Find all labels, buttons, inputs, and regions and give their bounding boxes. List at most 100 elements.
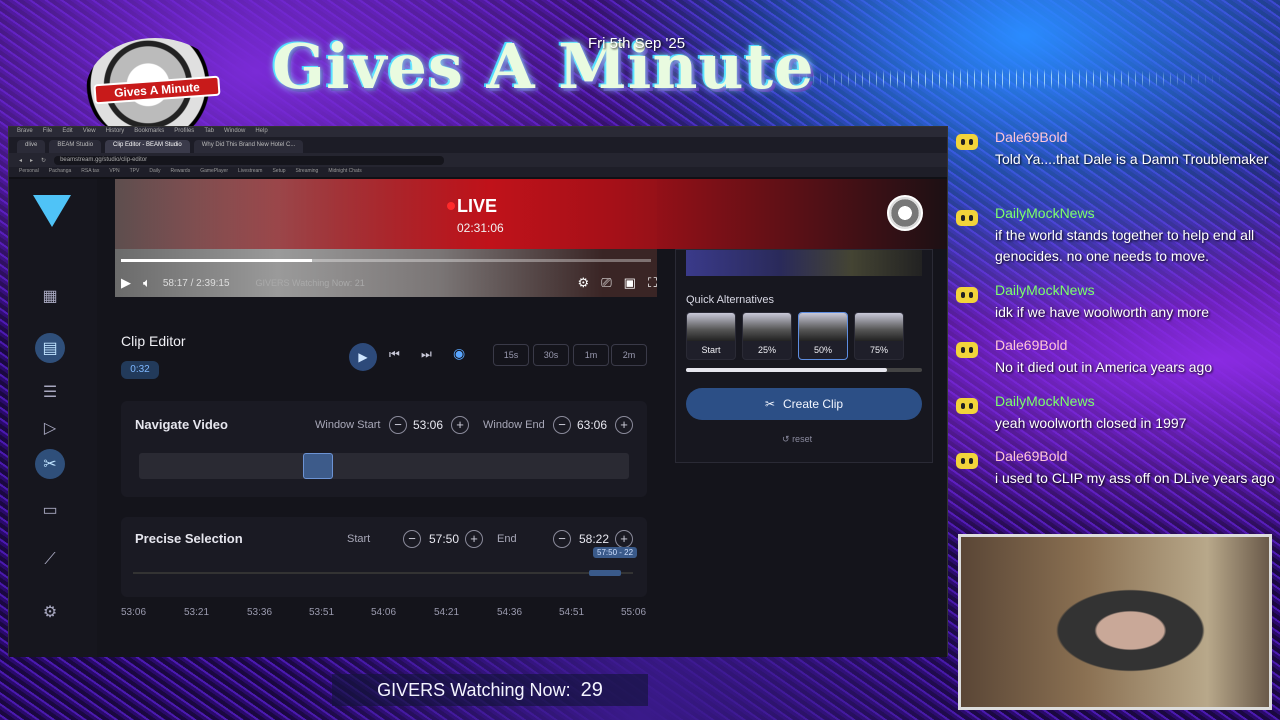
- preset-1m-button[interactable]: 1m: [573, 344, 609, 366]
- clip-side-panel: Quick Alternatives Start 25% 50% 75% ✂ C…: [675, 249, 933, 463]
- bookmark[interactable]: Livestream: [238, 168, 262, 176]
- window-start-increment[interactable]: +: [451, 416, 469, 434]
- video-overlay-text: GIVERS Watching Now: 21: [255, 278, 365, 288]
- forward-icon[interactable]: ▸: [30, 157, 33, 164]
- reset-button[interactable]: ↺ reset: [782, 434, 812, 445]
- scrollbar-thumb[interactable]: [686, 368, 887, 372]
- bookmark[interactable]: VPN: [109, 168, 119, 176]
- gear-icon[interactable]: ⚙: [578, 275, 590, 291]
- create-clip-button[interactable]: ✂ Create Clip: [686, 388, 922, 420]
- window-end-increment[interactable]: +: [615, 416, 633, 434]
- eye-icon[interactable]: ◉: [453, 345, 465, 362]
- alternative-label: 50%: [813, 345, 832, 355]
- browser-tab[interactable]: BEAM Studio: [49, 140, 102, 153]
- preset-30s-button[interactable]: 30s: [533, 344, 569, 366]
- window-start-value: 53:06: [413, 418, 444, 432]
- alternative-thumbnail: [743, 313, 791, 341]
- dashboard-icon[interactable]: ▦: [35, 281, 65, 311]
- back-icon[interactable]: ◂: [19, 157, 22, 164]
- menu-item[interactable]: Bookmarks: [134, 128, 164, 136]
- end-value: 58:22: [579, 532, 610, 546]
- end-increment[interactable]: +: [615, 530, 633, 548]
- reload-icon[interactable]: ↻: [41, 157, 46, 164]
- chat-avatar-icon: [956, 342, 978, 358]
- skip-back-icon[interactable]: ⏮: [389, 347, 400, 362]
- menu-item[interactable]: View: [83, 128, 96, 136]
- browser-tab-active[interactable]: Clip Editor - BEAM Studio: [105, 140, 190, 153]
- preview-play-button[interactable]: ▶: [349, 343, 377, 371]
- preset-15s-button[interactable]: 15s: [493, 344, 529, 366]
- chat-text: idk if we have woolworth any more: [995, 304, 1209, 320]
- browser-tab[interactable]: Why Did This Brand New Hotel C...: [193, 140, 304, 153]
- bookmark[interactable]: TPV: [130, 168, 140, 176]
- chat-text: if the world stands together to help end…: [995, 227, 1255, 264]
- create-clip-label: Create Clip: [783, 397, 844, 411]
- menu-item[interactable]: Edit: [62, 128, 72, 136]
- navigate-video-panel: Navigate Video Window Start − 53:06 + Wi…: [121, 401, 647, 497]
- bookmark[interactable]: Pachanga: [49, 168, 72, 176]
- menu-item[interactable]: Window: [224, 128, 245, 136]
- url-field[interactable]: beamstream.gg/studio/clip-editor: [54, 155, 445, 165]
- menu-item[interactable]: Profiles: [174, 128, 194, 136]
- bookmark[interactable]: Setup: [272, 168, 285, 176]
- menu-item[interactable]: File: [43, 128, 53, 136]
- alternative-label: 75%: [869, 345, 888, 355]
- end-decrement[interactable]: −: [553, 530, 571, 548]
- duration-badge: 0:32: [121, 361, 159, 379]
- bookmarks-bar: Personal Pachanga RSA tax VPN TPV Daily …: [9, 167, 947, 177]
- menu-item[interactable]: Brave: [17, 128, 33, 136]
- alternatives-scrollbar[interactable]: [686, 368, 922, 372]
- alternative-25[interactable]: 25%: [742, 312, 792, 360]
- browser-tab[interactable]: dlive: [17, 140, 46, 153]
- bookmark[interactable]: RSA tax: [81, 168, 99, 176]
- start-increment[interactable]: +: [465, 530, 483, 548]
- play-icon[interactable]: ▷: [35, 413, 65, 443]
- studio-app: ▦ ▤ ☰ ▷ ✂ ▭ ⟋ ⚙ LIVE 02:31:06 ▶ 🔈︎ 58:17…: [9, 179, 947, 657]
- cast-icon[interactable]: ⎚: [601, 275, 611, 291]
- alternative-75[interactable]: 75%: [854, 312, 904, 360]
- list-icon[interactable]: ☰: [35, 377, 65, 407]
- chat-username: DailyMockNews: [995, 205, 1095, 221]
- brand-logo-icon[interactable]: [33, 195, 71, 227]
- navigate-handle[interactable]: [303, 453, 333, 479]
- pip-icon[interactable]: ▣: [624, 275, 636, 291]
- fullscreen-icon[interactable]: ⛶: [648, 275, 657, 291]
- bookmark[interactable]: Rewards: [170, 168, 190, 176]
- timeline-tick: 54:21: [434, 607, 460, 618]
- start-decrement[interactable]: −: [403, 530, 421, 548]
- menu-item[interactable]: Tab: [204, 128, 214, 136]
- volume-icon[interactable]: 🔈︎: [143, 275, 151, 291]
- selection-range[interactable]: [589, 570, 621, 576]
- live-elapsed: 02:31:06: [457, 221, 504, 235]
- menu-item[interactable]: History: [106, 128, 125, 136]
- scissors-icon[interactable]: ✂: [35, 449, 65, 479]
- alternative-50[interactable]: 50%: [798, 312, 848, 360]
- settings-icon[interactable]: ⚙: [35, 597, 65, 627]
- start-value: 57:50: [429, 532, 460, 546]
- video-progress-fill: [121, 259, 312, 262]
- menu-item[interactable]: Help: [255, 128, 267, 136]
- alternative-start[interactable]: Start: [686, 312, 736, 360]
- bookmark[interactable]: GamePlayer: [200, 168, 228, 176]
- selection-track[interactable]: [133, 572, 633, 574]
- bookmark[interactable]: Personal: [19, 168, 39, 176]
- skip-forward-icon[interactable]: ⏭: [421, 347, 432, 362]
- chat-avatar-icon: [956, 287, 978, 303]
- viewer-count-banner: GIVERS Watching Now: 29: [332, 674, 648, 706]
- studio-icon[interactable]: ▤: [35, 333, 65, 363]
- analytics-icon[interactable]: ⟋: [35, 545, 65, 575]
- navigate-track[interactable]: [139, 453, 629, 479]
- play-icon[interactable]: ▶: [121, 275, 131, 291]
- window-start-decrement[interactable]: −: [389, 416, 407, 434]
- window-end-decrement[interactable]: −: [553, 416, 571, 434]
- media-icon[interactable]: ▭: [35, 495, 65, 525]
- video-progress-bar[interactable]: [121, 259, 651, 262]
- alternative-thumbnail: [687, 313, 735, 341]
- preset-2m-button[interactable]: 2m: [611, 344, 647, 366]
- avatar[interactable]: [887, 195, 923, 231]
- stream-date: Fri 5th Sep '25: [588, 35, 686, 52]
- bookmark[interactable]: Daily: [149, 168, 160, 176]
- bookmark[interactable]: Midnight Chats: [328, 168, 361, 176]
- chat-avatar-icon: [956, 134, 978, 150]
- bookmark[interactable]: Streaming: [296, 168, 319, 176]
